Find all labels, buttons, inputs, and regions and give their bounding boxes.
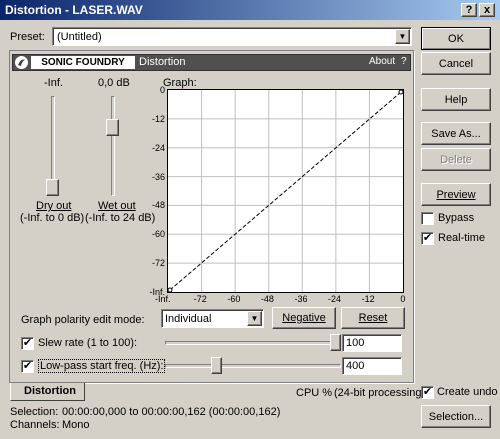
lowpass-slider-thumb[interactable] <box>211 357 223 374</box>
checkmark-icon: ✔ <box>422 386 433 398</box>
preset-dropdown-arrow[interactable]: ▼ <box>395 29 410 44</box>
y-tick-label: -36 <box>151 171 165 182</box>
y-tick-label: -24 <box>151 142 165 153</box>
chevron-down-icon: ▼ <box>398 32 407 41</box>
channels-label: Channels: <box>10 419 60 431</box>
lowpass-slider-track <box>165 364 341 368</box>
y-tick-label: 0 <box>159 85 165 95</box>
dry-top-value: -Inf. <box>44 77 63 89</box>
help-button[interactable]: Help <box>421 88 491 111</box>
preview-button[interactable]: Preview <box>421 183 491 206</box>
chevron-down-icon: ▼ <box>250 314 259 323</box>
wet-range: (-Inf. to 24 dB) <box>85 212 156 224</box>
polarity-dropdown-arrow[interactable]: ▼ <box>247 311 262 326</box>
slew-slider-track <box>165 341 341 345</box>
x-tick-label: -24 <box>328 294 342 304</box>
slew-value-input[interactable]: 100 <box>342 334 402 352</box>
x-tick-label: -48 <box>260 294 274 304</box>
dry-label: Dry out <box>36 200 72 212</box>
graph-label: Graph: <box>163 77 197 89</box>
realtime-label: Real-time <box>438 232 486 244</box>
x-tick-label: -60 <box>227 294 241 304</box>
bypass-checkbox[interactable] <box>421 212 434 225</box>
transfer-graph[interactable] <box>167 89 404 293</box>
processing-label: (24-bit processing) <box>334 387 426 399</box>
save-as-button[interactable]: Save As... <box>421 122 491 145</box>
slew-checkbox[interactable]: ✔ <box>21 337 34 350</box>
delete-button[interactable]: Delete <box>421 148 491 171</box>
curve-handle[interactable] <box>168 287 173 292</box>
slew-label: Slew rate (1 to 100): <box>38 337 138 349</box>
realtime-checkbox[interactable]: ✔ <box>421 232 434 245</box>
bypass-label: Bypass <box>438 212 475 224</box>
y-tick-label: -48 <box>151 200 165 211</box>
plugin-help-link[interactable]: ? <box>401 56 407 67</box>
create-undo-checkbox[interactable]: ✔ <box>421 386 434 399</box>
close-title-button[interactable]: x <box>479 3 495 17</box>
x-tick-label: 0 <box>400 294 406 304</box>
polarity-label: Graph polarity edit mode: <box>21 314 145 326</box>
create-undo-label: Create undo <box>437 386 498 398</box>
cancel-button[interactable]: Cancel <box>421 52 491 75</box>
checkmark-icon: ✔ <box>22 360 33 372</box>
reset-button[interactable]: Reset <box>341 307 405 329</box>
plugin-header: SONIC FOUNDRY Distortion About ? <box>12 54 411 71</box>
y-tick-label: -60 <box>151 229 165 240</box>
selection-label: Selection: <box>10 406 59 418</box>
slew-slider-thumb[interactable] <box>330 334 341 351</box>
x-tick-label: -12 <box>361 294 375 304</box>
dry-slider-thumb[interactable] <box>46 179 59 196</box>
checkmark-icon: ✔ <box>422 232 433 244</box>
cpu-label: CPU % <box>296 387 333 399</box>
wet-label: Wet out <box>98 200 136 212</box>
brand-name: SONIC FOUNDRY <box>31 56 135 69</box>
selection-button[interactable]: Selection... <box>421 405 491 428</box>
wet-slider-track <box>111 96 115 196</box>
selection-value: 00:00:00,000 to 00:00:00,162 (00:00:00,1… <box>62 406 281 418</box>
polarity-dropdown[interactable]: Individual ▼ <box>161 309 264 328</box>
wet-top-value: 0,0 dB <box>98 77 130 89</box>
x-tick-label: -36 <box>294 294 308 304</box>
ok-button[interactable]: OK <box>421 27 491 50</box>
y-tick-label: -12 <box>151 113 165 124</box>
plugin-name: Distortion <box>139 56 186 68</box>
graph-canvas[interactable] <box>168 90 403 292</box>
wet-slider-thumb[interactable] <box>106 119 119 137</box>
dry-range: (-Inf. to 0 dB) <box>20 212 85 224</box>
transfer-curve[interactable] <box>169 91 402 291</box>
title-bar: Distortion - LASER.WAV <box>0 0 500 20</box>
window-title: Distortion - LASER.WAV <box>5 3 143 17</box>
preset-dropdown[interactable]: (Untitled) ▼ <box>52 27 412 46</box>
preset-value: (Untitled) <box>57 31 102 43</box>
lowpass-label: Low-pass start freq. (Hz): <box>38 359 166 373</box>
preset-label: Preset: <box>10 31 45 43</box>
x-tick-label: -Inf. <box>155 294 171 304</box>
polarity-value: Individual <box>165 313 212 325</box>
tab-distortion[interactable]: Distortion <box>10 383 85 401</box>
negative-button[interactable]: Negative <box>272 307 336 329</box>
channels-value: Mono <box>62 419 90 431</box>
checkmark-icon: ✔ <box>22 337 33 349</box>
lowpass-checkbox[interactable]: ✔ <box>21 360 34 373</box>
x-tick-label: -72 <box>193 294 207 304</box>
about-link[interactable]: About <box>369 56 395 67</box>
curve-handle[interactable] <box>398 90 403 95</box>
lowpass-value-input[interactable]: 400 <box>342 357 402 375</box>
y-tick-label: -72 <box>151 258 165 269</box>
help-title-button[interactable]: ? <box>461 3 477 17</box>
brand-logo-icon <box>15 56 28 69</box>
